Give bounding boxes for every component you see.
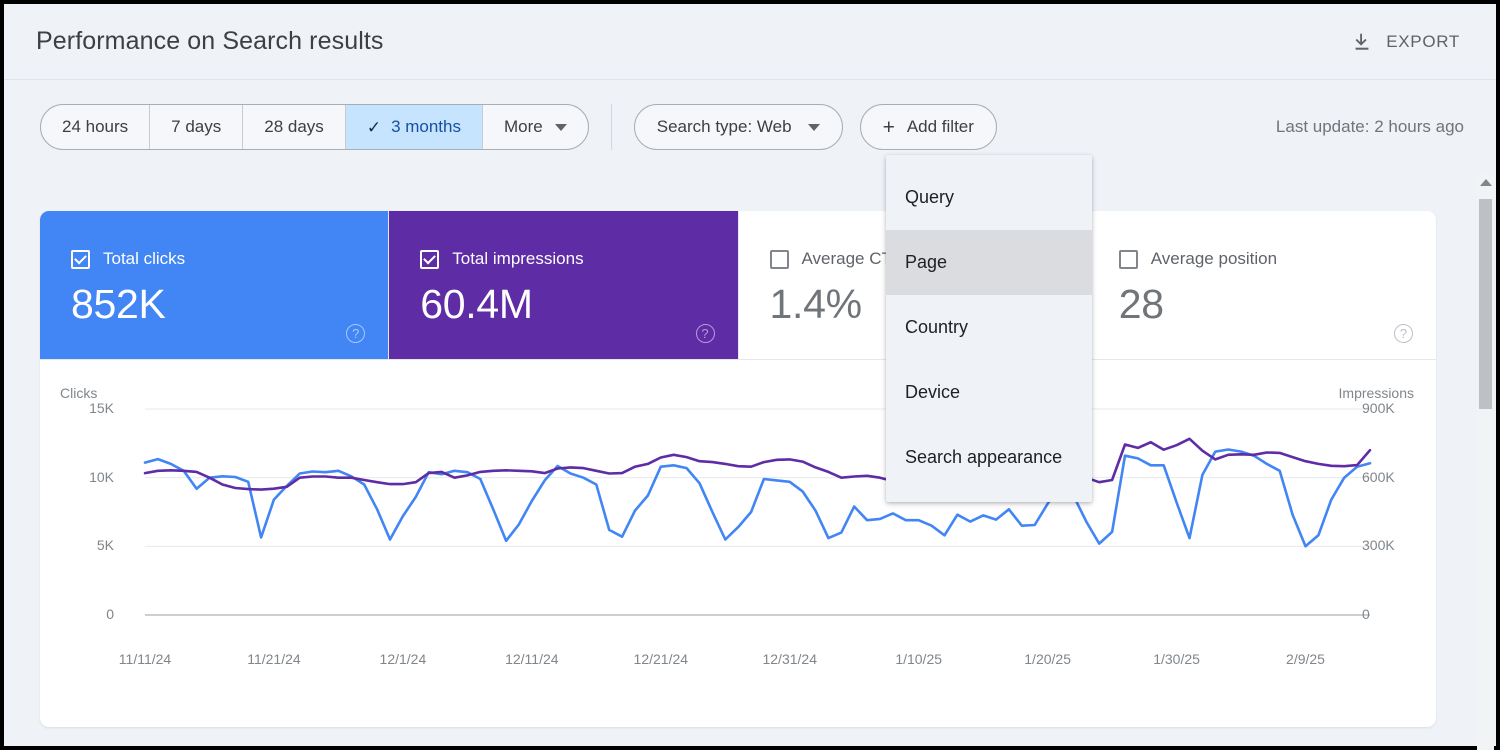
y-axis-tick-left: 5K [54,537,114,553]
dropdown-item-search-appearance[interactable]: Search appearance [886,425,1092,490]
chart-line-impressions [145,439,1370,490]
plus-icon: + [883,117,895,138]
filter-toolbar: 24 hours 7 days 28 days ✓ 3 months More … [4,80,1496,174]
date-range-3-months-label: 3 months [391,117,461,137]
metric-value: 852K [71,281,388,328]
metric-value: 28 [1119,281,1436,328]
x-axis-tick: 1/10/25 [895,651,942,667]
checkbox-total-impressions[interactable] [420,250,439,269]
search-type-label: Search type: Web [657,117,792,137]
metric-card-total-clicks[interactable]: Total clicks 852K ? [40,211,389,359]
date-range-more[interactable]: More [483,105,588,149]
y-axis-tick-right: 600K [1362,469,1422,485]
metric-value: 60.4M [420,281,737,328]
chevron-down-icon [808,124,820,131]
metric-card-total-impressions[interactable]: Total impressions 60.4M ? [389,211,738,359]
toolbar-divider [611,104,612,150]
metric-card-average-position[interactable]: Average position 28 ? [1088,211,1436,359]
help-icon[interactable]: ? [1394,324,1413,343]
checkbox-total-clicks[interactable] [71,250,90,269]
chevron-up-icon[interactable] [1480,179,1492,186]
add-filter-dropdown-menu: Query Page Country Device Search appeara… [886,155,1092,502]
chevron-down-icon [555,124,567,131]
vertical-scrollbar[interactable] [1477,174,1494,750]
y-axis-tick-left: 15K [54,400,114,416]
y-axis-tick-left: 0 [54,606,114,622]
export-label: EXPORT [1386,32,1460,52]
search-type-button[interactable]: Search type: Web [634,104,843,150]
x-axis-tick: 1/20/25 [1024,651,1071,667]
download-icon [1351,31,1373,53]
x-axis-tick: 1/30/25 [1153,651,1200,667]
page-header: Performance on Search results EXPORT [4,4,1496,80]
x-axis-tick: 12/11/24 [505,651,558,667]
performance-card: Total clicks 852K ? Total impressions 60… [40,211,1436,727]
dropdown-item-country[interactable]: Country [886,295,1092,360]
chart-plot-area [40,360,1436,727]
scrollbar-thumb[interactable] [1479,199,1492,409]
date-range-28-days[interactable]: 28 days [243,105,346,149]
date-range-7-days[interactable]: 7 days [150,105,243,149]
date-range-segmented-control: 24 hours 7 days 28 days ✓ 3 months More [40,104,589,150]
metric-label: Total clicks [103,249,185,269]
help-icon[interactable]: ? [346,324,365,343]
check-icon: ✓ [367,119,381,136]
help-icon[interactable]: ? [696,324,715,343]
x-axis-tick: 12/21/24 [634,651,689,667]
y-axis-tick-left: 10K [54,469,114,485]
add-filter-label: Add filter [907,117,974,137]
metric-cards: Total clicks 852K ? Total impressions 60… [40,211,1436,360]
date-range-24-hours[interactable]: 24 hours [41,105,150,149]
x-axis-tick: 11/21/24 [247,651,300,667]
x-axis-tick: 11/11/24 [119,651,171,667]
x-axis-tick: 2/9/25 [1286,651,1325,667]
checkbox-average-ctr[interactable] [770,250,789,269]
page-title: Performance on Search results [36,27,384,56]
last-update-text: Last update: 2 hours ago [1276,117,1470,137]
y-axis-tick-right: 300K [1362,537,1422,553]
x-axis-tick: 12/1/24 [380,651,427,667]
y-axis-tick-right: 900K [1362,400,1422,416]
dropdown-item-query[interactable]: Query [886,165,1092,230]
date-range-more-label: More [504,117,543,137]
export-button[interactable]: EXPORT [1345,25,1466,59]
dropdown-item-device[interactable]: Device [886,360,1092,425]
date-range-3-months[interactable]: ✓ 3 months [346,105,483,149]
x-axis-tick: 12/31/24 [762,651,817,667]
app-window: Performance on Search results EXPORT 24 … [0,0,1500,750]
y-axis-tick-right: 0 [1362,606,1422,622]
performance-chart: Clicks Impressions 005K300K10K600K15K900… [40,360,1436,727]
metric-label: Total impressions [452,249,583,269]
dropdown-item-page[interactable]: Page [886,230,1092,295]
metric-label: Average position [1151,249,1277,269]
checkbox-average-position[interactable] [1119,250,1138,269]
add-filter-button[interactable]: + Add filter [860,104,997,150]
